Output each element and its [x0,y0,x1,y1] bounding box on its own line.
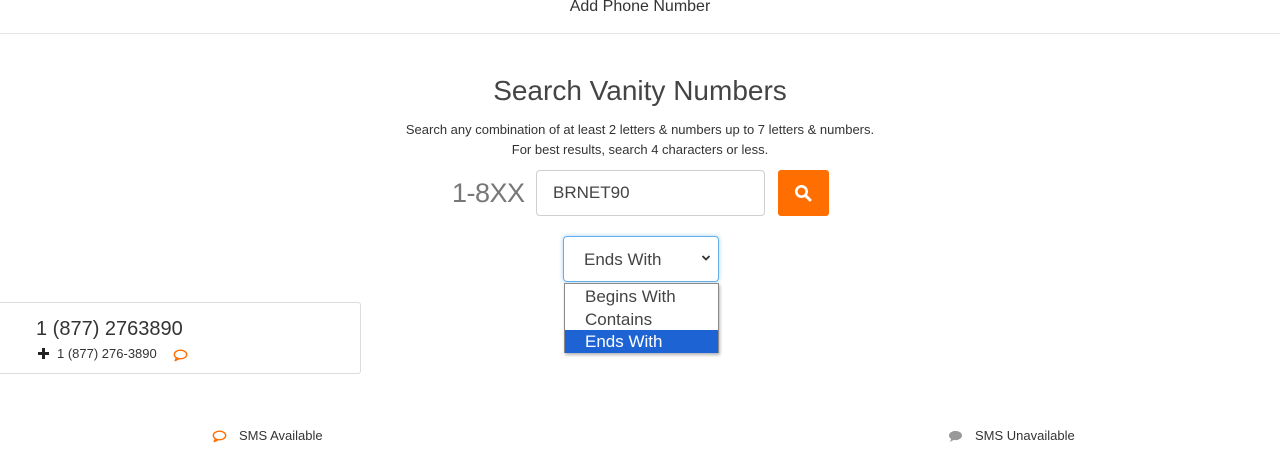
result-number-formatted: 1 (877) 276-3890 [57,346,157,361]
legend-sms-unavailable: SMS Unavailable [975,428,1075,443]
dropdown-option-begins-with[interactable]: Begins With [565,285,718,308]
result-card[interactable]: 1 (877) 2763890 1 (877) 276-3890 [0,302,361,374]
chevron-down-icon [701,255,711,261]
match-type-dropdown: Begins With Contains Ends With [564,283,719,353]
match-type-selected-value: Ends With [584,250,662,269]
dropdown-option-ends-with[interactable]: Ends With [565,330,718,353]
search-description-line2: For best results, search 4 characters or… [511,142,769,157]
page-header-title: Add Phone Number [569,0,711,15]
match-type-select[interactable]: Ends With [563,236,719,282]
vanity-search-input[interactable] [536,170,765,216]
dropdown-option-contains[interactable]: Contains [565,308,718,331]
search-icon [795,185,812,202]
result-number: 1 (877) 2763890 [36,318,183,340]
sms-available-icon [212,430,227,443]
sms-unavailable-icon [949,430,962,442]
sms-available-icon [173,349,188,362]
search-button[interactable] [778,170,829,216]
top-bar: Add Phone Number [0,0,1280,34]
add-icon[interactable] [38,348,49,359]
number-prefix: 1-8XX [452,178,525,208]
search-title: Search Vanity Numbers [493,75,787,106]
search-description-line1: Search any combination of at least 2 let… [405,122,875,137]
legend-sms-available: SMS Available [239,428,323,443]
